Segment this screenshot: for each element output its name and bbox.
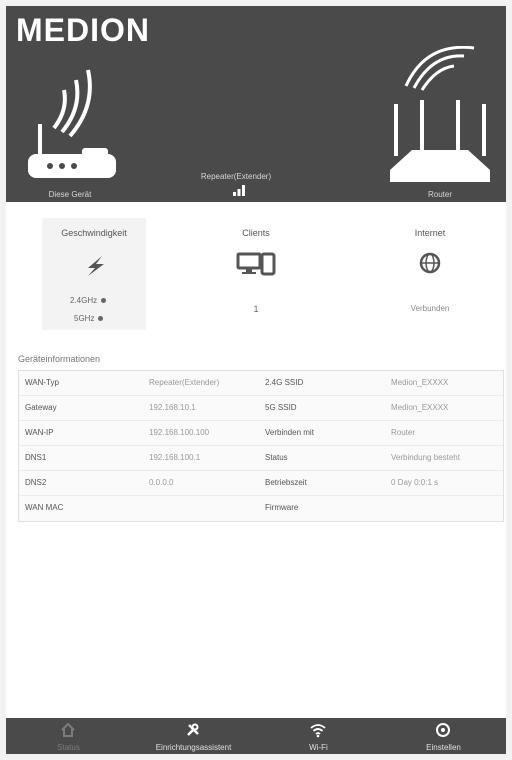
dns1-label: DNS1 [25, 453, 47, 462]
speed-card[interactable]: Geschwindigkeit 2.4GHz 5GHz [42, 218, 146, 330]
table-row: WAN-Typ Repeater(Extender) 2.4G SSID Med… [19, 371, 503, 396]
band-5-indicator [98, 316, 104, 322]
band-5-label: 5GHz [74, 314, 95, 323]
devices-icon [236, 252, 276, 276]
connect-to-label: Verbinden mit [265, 428, 314, 437]
topology-header: MEDION Diese Gerät Repeater(Extender) Ro… [6, 6, 506, 202]
router-label: Router [427, 190, 452, 199]
wan-type-value: Repeater(Extender) [149, 378, 220, 387]
uptime-value: 0 Day 0:0:1 s [391, 478, 439, 487]
repeater-label: Diese Gerät [48, 190, 92, 199]
nav-wifi-label: Wi-Fi [309, 743, 328, 752]
internet-title: Internet [414, 228, 446, 238]
band-24-indicator [101, 298, 107, 304]
signal-bars-icon [233, 185, 245, 196]
globe-icon [419, 252, 441, 274]
settings-icon [436, 723, 450, 737]
dns2-label: DNS2 [25, 478, 47, 487]
nav-setup-wizard-label: Einrichtungsassistent [155, 743, 232, 752]
ssid-24-label: 2.4G SSID [265, 378, 304, 387]
nav-status-label: Status [57, 743, 80, 752]
wifi-icon [310, 724, 326, 738]
band-24-label: 2.4GHz [70, 296, 98, 305]
table-row: WAN-IP 192.168.100.100 Verbinden mit Rou… [19, 421, 503, 446]
router-device-icon[interactable] [382, 46, 498, 194]
ssid-5-value: Medion_EXXXX [391, 403, 449, 412]
wan-ip-label: WAN-IP [25, 428, 54, 437]
table-row: Gateway 192.168.10.1 5G SSID Medion_EXXX… [19, 396, 503, 421]
uptime-label: Betriebszeit [265, 478, 307, 487]
nav-setup-wizard[interactable]: Einrichtungsassistent [131, 718, 256, 754]
connection-mode-label: Repeater(Extender) [200, 172, 272, 181]
repeater-device-icon[interactable] [20, 50, 120, 190]
table-row: DNS1 192.168.100.1 Status Verbindung bes… [19, 446, 503, 471]
table-row: DNS2 0.0.0.0 Betriebszeit 0 Day 0:0:1 s [19, 471, 503, 496]
dns2-value: 0.0.0.0 [149, 478, 174, 487]
home-icon [61, 722, 75, 737]
clients-count: 1 [253, 304, 259, 314]
app-frame: MEDION Diese Gerät Repeater(Extender) Ro… [6, 6, 506, 754]
lightning-icon [88, 256, 104, 276]
dns1-value: 192.168.100.1 [149, 453, 201, 462]
firmware-label: Firmware [265, 503, 299, 512]
device-info-title: Geräteinformationen [18, 354, 101, 364]
tools-icon [187, 723, 199, 736]
nav-status[interactable]: Status [6, 718, 131, 754]
ssid-24-value: Medion_EXXXX [391, 378, 449, 387]
summary-panel: Geschwindigkeit 2.4GHz 5GHz Clients 1 In… [6, 218, 506, 338]
gateway-label: Gateway [25, 403, 57, 412]
band-24-status: 2.4GHz [70, 296, 107, 305]
status-value: Verbindung besteht [391, 453, 460, 462]
medion-logo: MEDION [16, 12, 150, 48]
bottom-nav: Status Einrichtungsassistent Wi-Fi Einst… [6, 718, 506, 754]
ssid-5-label: 5G SSID [265, 403, 297, 412]
status-label: Status [265, 453, 288, 462]
internet-card[interactable]: Internet Verbunden [380, 218, 480, 313]
wan-ip-value: 192.168.100.100 [149, 428, 210, 437]
connect-to-value: Router [391, 428, 416, 437]
nav-wifi[interactable]: Wi-Fi [256, 718, 381, 754]
clients-title: Clients [242, 228, 270, 238]
speed-title: Geschwindigkeit [61, 228, 127, 238]
band-5-status: 5GHz [74, 314, 104, 323]
table-row: WAN MAC Firmware [19, 496, 503, 520]
wan-type-label: WAN-Typ [25, 378, 59, 387]
nav-settings[interactable]: Einstellen [381, 718, 506, 754]
gateway-value: 192.168.10.1 [149, 403, 196, 412]
device-info-table: WAN-Typ Repeater(Extender) 2.4G SSID Med… [18, 370, 504, 522]
internet-status: Verbunden [410, 304, 450, 313]
nav-settings-label: Einstellen [426, 743, 461, 752]
clients-card[interactable]: Clients 1 [206, 218, 306, 314]
wan-mac-label: WAN MAC [25, 503, 64, 512]
